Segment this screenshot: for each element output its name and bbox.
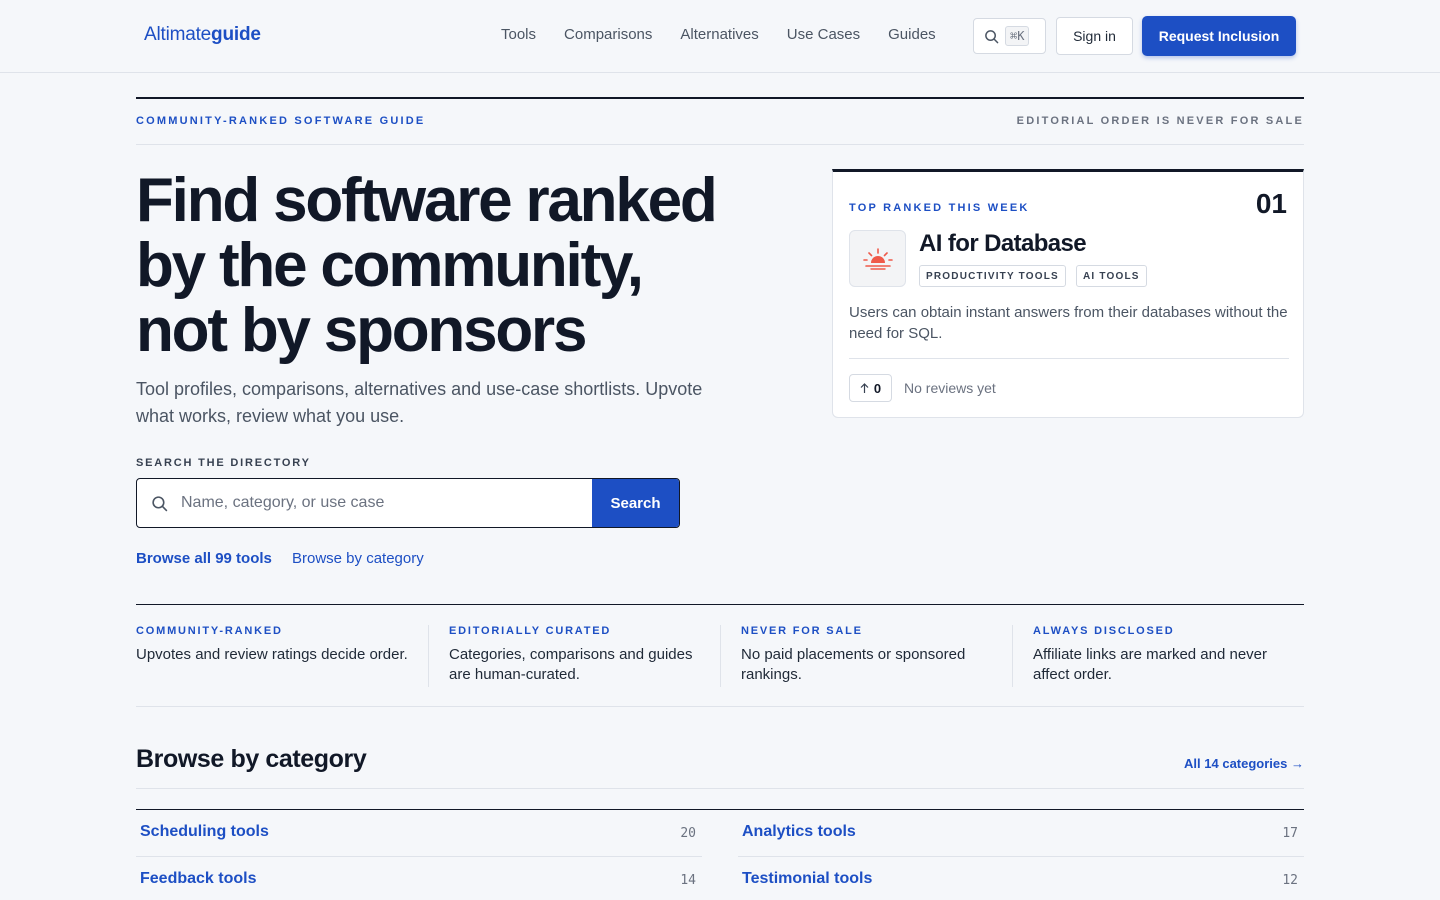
keyboard-shortcut-badge: ⌘K (1005, 26, 1030, 46)
site-logo[interactable]: Altimateguide (144, 24, 261, 46)
hero-title-line: not by sponsors (136, 296, 587, 365)
pillar-heading: NEVER FOR SALE (741, 625, 863, 637)
category-count: 20 (680, 826, 696, 841)
pillar-heading: EDITORIALLY CURATED (449, 625, 612, 637)
category-name: Scheduling tools (140, 823, 269, 840)
pillar-separator (720, 625, 721, 687)
category-tag[interactable]: AI TOOLS (1076, 265, 1147, 287)
section-rule (136, 97, 1304, 99)
divider (136, 706, 1304, 707)
pillar-separator (1012, 625, 1013, 687)
pillar-heading: COMMUNITY-RANKED (136, 625, 283, 637)
main-nav: Tools Comparisons Alternatives Use Cases… (501, 26, 964, 43)
category-name: Testimonial tools (742, 870, 873, 887)
hero-title: Find software ranked by the community, n… (136, 168, 796, 363)
featured-tool-card[interactable]: TOP RANKED THIS WEEK 01 AI for Database … (832, 169, 1304, 418)
nav-alternatives[interactable]: Alternatives (680, 26, 758, 43)
category-row[interactable]: Feedback tools 14 (136, 857, 702, 900)
pillar-editorially-curated: EDITORIALLY CURATED Categories, comparis… (449, 625, 705, 687)
category-row[interactable]: Analytics tools 17 (738, 810, 1304, 857)
rank-number: 01 (1255, 188, 1287, 219)
featured-eyebrow: TOP RANKED THIS WEEK (849, 202, 1030, 214)
browse-by-category-link[interactable]: Browse by category (292, 550, 424, 567)
pillar-never-for-sale: NEVER FOR SALE No paid placements or spo… (741, 625, 997, 687)
hero-title-line: Find software ranked (136, 166, 718, 235)
tool-logo (849, 230, 906, 287)
vote-count: 0 (873, 380, 882, 396)
pillar-separator (428, 625, 429, 687)
search-button[interactable]: Search (592, 479, 679, 527)
sunset-icon (862, 247, 893, 270)
section-title: Browse by category (136, 745, 367, 773)
hero-subtitle: Tool profiles, comparisons, alternatives… (136, 379, 703, 426)
pillar-community-ranked: COMMUNITY-RANKED Upvotes and review rati… (136, 625, 408, 687)
pillar-always-disclosed: ALWAYS DISCLOSED Affiliate links are mar… (1033, 625, 1289, 687)
sign-in-button[interactable]: Sign in (1056, 17, 1133, 55)
all-categories-link[interactable]: All 14 categories → (1184, 756, 1304, 771)
section-rule (136, 604, 1304, 605)
tool-description: Users can obtain instant answers from th… (849, 304, 1288, 342)
pillar-heading: ALWAYS DISCLOSED (1033, 625, 1175, 637)
directory-search-form: Search (136, 478, 680, 528)
directory-search-input[interactable] (181, 479, 591, 527)
nav-tools[interactable]: Tools (501, 26, 536, 43)
category-row[interactable]: Scheduling tools 20 (136, 810, 702, 857)
browse-all-tools-link[interactable]: Browse all 99 tools (136, 550, 272, 567)
hero-eyebrow: COMMUNITY-RANKED SOFTWARE GUIDE (136, 115, 426, 127)
pillar-text: No paid placements or sponsored rankings… (741, 646, 966, 683)
editorial-notice: EDITORIAL ORDER IS NEVER FOR SALE (1016, 115, 1304, 127)
review-status: No reviews yet (904, 380, 996, 396)
nav-comparisons[interactable]: Comparisons (564, 26, 652, 43)
category-tag[interactable]: PRODUCTIVITY TOOLS (919, 265, 1066, 287)
hero-title-line: by the community, (136, 231, 644, 300)
pillar-text: Categories, comparisons and guides are h… (449, 646, 693, 683)
card-divider (849, 358, 1289, 359)
category-count: 14 (680, 873, 696, 888)
category-row[interactable]: Testimonial tools 12 (738, 857, 1304, 900)
nav-use-cases[interactable]: Use Cases (787, 26, 860, 43)
request-inclusion-button[interactable]: Request Inclusion (1142, 16, 1296, 56)
pillar-text: Upvotes and review ratings decide order. (136, 646, 408, 663)
tool-name[interactable]: AI for Database (919, 230, 1087, 258)
category-count: 12 (1282, 873, 1298, 888)
category-name: Analytics tools (742, 823, 856, 840)
category-count: 17 (1282, 826, 1298, 841)
search-label: SEARCH THE DIRECTORY (136, 457, 311, 469)
upvote-button[interactable]: 0 (849, 374, 892, 402)
category-name: Feedback tools (140, 870, 257, 887)
pillar-text: Affiliate links are marked and never aff… (1033, 646, 1268, 683)
command-search-button[interactable]: ⌘K (973, 18, 1046, 54)
nav-guides[interactable]: Guides (888, 26, 936, 43)
search-icon (985, 29, 999, 43)
divider (136, 788, 1304, 789)
divider (136, 144, 1304, 145)
search-icon (152, 496, 168, 512)
arrow-up-icon (860, 382, 869, 393)
top-navigation-bar: Altimateguide Tools Comparisons Alternat… (0, 0, 1440, 73)
